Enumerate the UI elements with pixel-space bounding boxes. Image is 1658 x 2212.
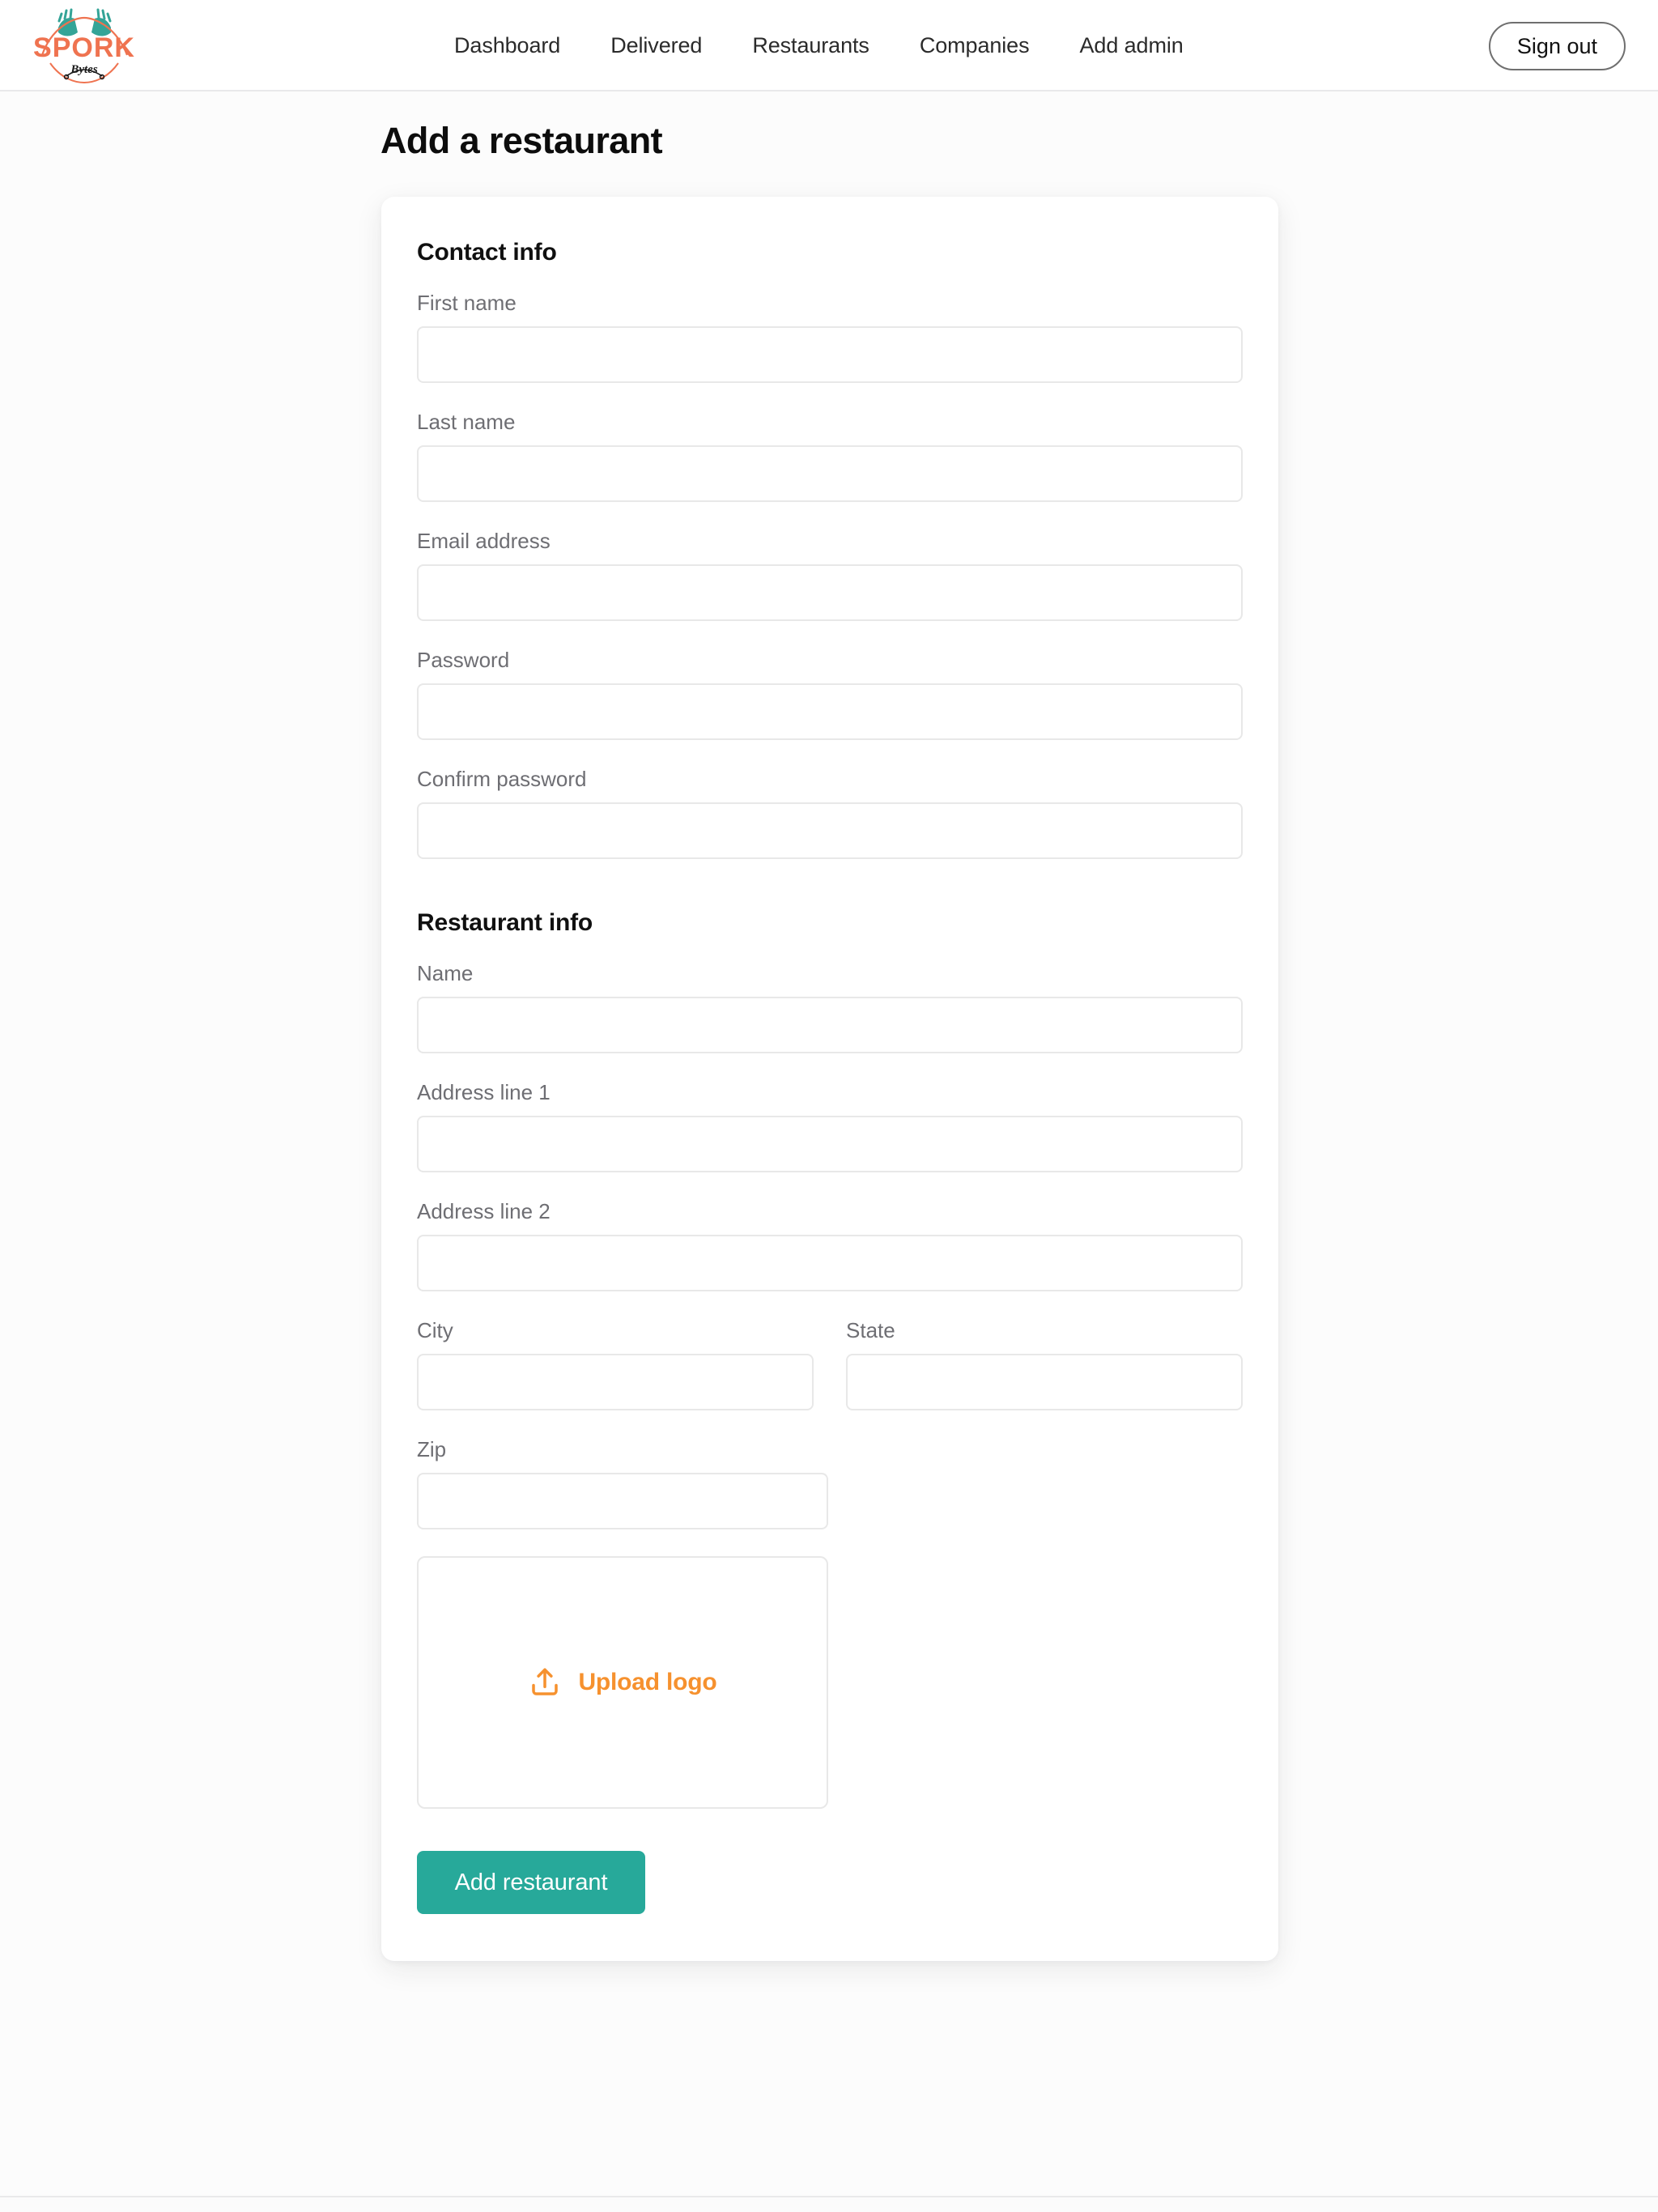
spork-logo-icon: SPORK Bytes (34, 8, 135, 84)
field-password: Password (417, 648, 1243, 740)
address-line-2-input[interactable] (417, 1235, 1243, 1291)
password-input[interactable] (417, 683, 1243, 740)
page-root: SPORK Bytes Dashboard Delivered Restaura… (0, 0, 1658, 2212)
label-confirm-password: Confirm password (417, 767, 587, 791)
confirm-password-input[interactable] (417, 802, 1243, 859)
label-address-line-2: Address line 2 (417, 1199, 551, 1223)
field-restaurant-name: Name (417, 961, 1243, 1053)
address-line-1-input[interactable] (417, 1116, 1243, 1172)
footer (0, 2197, 1658, 2212)
field-first-name: First name (417, 291, 1243, 383)
upload-icon (532, 1668, 559, 1695)
nav-item-companies[interactable]: Companies (895, 0, 1055, 91)
site-header: SPORK Bytes Dashboard Delivered Restaura… (0, 0, 1658, 91)
state-input[interactable] (846, 1354, 1243, 1410)
field-address-line-1: Address line 1 (417, 1080, 1243, 1172)
contact-info-heading: Contact info (417, 239, 557, 266)
label-first-name: First name (417, 291, 517, 315)
page-title: Add a restaurant (380, 120, 663, 161)
zip-input[interactable] (417, 1473, 828, 1529)
field-confirm-password: Confirm password (417, 767, 1243, 859)
main-navigation: Dashboard Delivered Restaurants Companie… (429, 0, 1209, 91)
add-restaurant-card: Contact info First name Last name Email … (381, 197, 1278, 1961)
city-input[interactable] (417, 1354, 814, 1410)
label-address-line-1: Address line 1 (417, 1080, 551, 1104)
svg-text:SPORK: SPORK (34, 32, 135, 63)
field-city: City (417, 1318, 814, 1410)
first-name-input[interactable] (417, 326, 1243, 383)
sign-out-button[interactable]: Sign out (1488, 22, 1626, 70)
add-restaurant-submit-button[interactable]: Add restaurant (417, 1851, 645, 1914)
restaurant-name-input[interactable] (417, 997, 1243, 1053)
nav-item-dashboard[interactable]: Dashboard (429, 0, 585, 91)
upload-logo-label: Upload logo (578, 1669, 717, 1695)
restaurant-info-heading: Restaurant info (417, 909, 593, 936)
field-last-name: Last name (417, 410, 1243, 502)
nav-item-restaurants[interactable]: Restaurants (727, 0, 894, 91)
nav-item-delivered[interactable]: Delivered (585, 0, 727, 91)
upload-logo-dropzone[interactable]: Upload logo (417, 1556, 828, 1809)
label-last-name: Last name (417, 410, 516, 434)
spork-logo[interactable]: SPORK Bytes (34, 5, 135, 86)
label-password: Password (417, 648, 510, 672)
city-state-row: City State (417, 1318, 1243, 1437)
label-restaurant-name: Name (417, 961, 474, 985)
field-state: State (846, 1318, 1243, 1410)
label-zip: Zip (417, 1437, 447, 1461)
nav-item-add-admin[interactable]: Add admin (1055, 0, 1209, 91)
label-state: State (846, 1318, 895, 1342)
field-email-address: Email address (417, 529, 1243, 621)
last-name-input[interactable] (417, 445, 1243, 502)
label-email-address: Email address (417, 529, 551, 553)
field-address-line-2: Address line 2 (417, 1199, 1243, 1291)
label-city: City (417, 1318, 453, 1342)
field-zip: Zip (417, 1437, 828, 1529)
email-input[interactable] (417, 564, 1243, 621)
